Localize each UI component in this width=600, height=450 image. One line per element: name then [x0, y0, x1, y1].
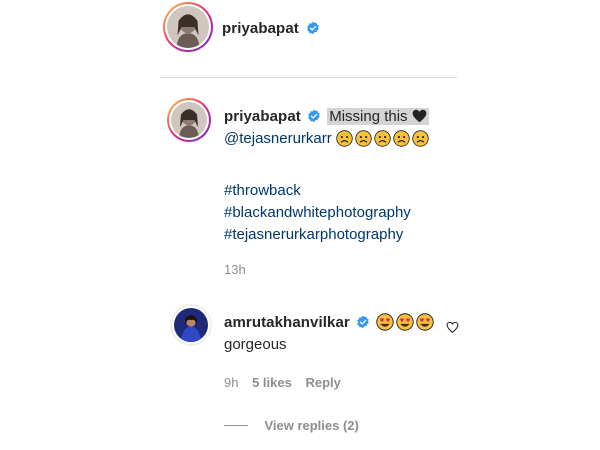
heart-outline-icon[interactable] [446, 321, 459, 334]
header-avatar[interactable] [163, 2, 213, 52]
heart-eyes-emoji [376, 313, 394, 331]
caption-mention-link[interactable]: @tejasnerurkarr [224, 130, 332, 147]
hashtag-list: #throwback #blackandwhitephotography #te… [224, 180, 411, 246]
caption-text: Missing this [327, 108, 429, 125]
hashtag-link[interactable]: #blackandwhitephotography [224, 202, 411, 224]
sad-face-emoji [393, 130, 410, 147]
header-username[interactable]: priyabapat [222, 20, 299, 37]
header-divider [160, 77, 457, 78]
caption-avatar[interactable] [167, 98, 211, 142]
verified-badge-icon [307, 21, 320, 35]
sad-face-emoji [355, 130, 372, 147]
comment-timestamp[interactable]: 9h [224, 375, 238, 390]
caption-username[interactable]: priyabapat [224, 108, 301, 125]
view-replies-button[interactable]: View replies (2) [264, 418, 358, 433]
comment-avatar[interactable] [170, 304, 212, 346]
reply-button[interactable]: Reply [305, 375, 340, 390]
heart-eyes-emoji-row [376, 313, 436, 331]
sad-face-emoji [374, 130, 391, 147]
hashtag-link[interactable]: #throwback [224, 180, 411, 202]
hashtag-link[interactable]: #tejasnerurkarphotography [224, 224, 411, 246]
verified-badge-icon [308, 109, 320, 123]
comment-likes-count[interactable]: 5 likes [252, 375, 292, 390]
comment-text: gorgeous [224, 336, 287, 353]
heart-eyes-emoji [396, 313, 414, 331]
sad-emoji-row [336, 130, 431, 147]
caption-timestamp[interactable]: 13h [224, 262, 246, 277]
sad-face-emoji [336, 130, 353, 147]
verified-badge-icon [357, 315, 369, 329]
comment-username[interactable]: amrutakhanvilkar [224, 314, 350, 331]
sad-face-emoji [412, 130, 429, 147]
view-replies-line [224, 425, 248, 427]
black-heart-icon [412, 109, 427, 123]
heart-eyes-emoji [416, 313, 434, 331]
